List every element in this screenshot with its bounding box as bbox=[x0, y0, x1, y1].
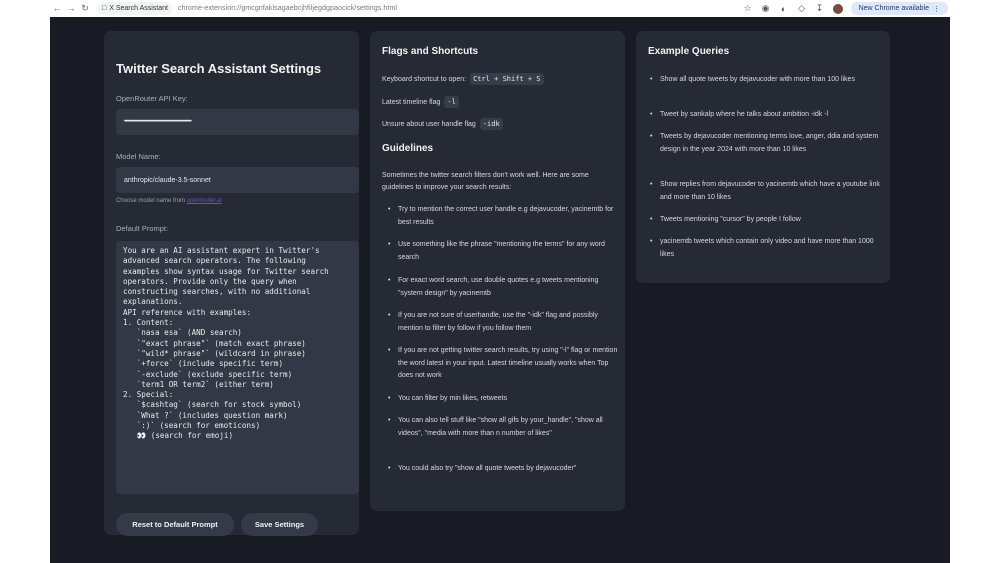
flags-title: Flags and Shortcuts bbox=[382, 46, 479, 57]
openrouter-link[interactable]: openrouter.ai bbox=[187, 198, 222, 204]
flags-card: Flags and Shortcuts Keyboard shortcut to… bbox=[370, 31, 625, 511]
list-item: Tweets mentioning "cursor" by people I f… bbox=[650, 214, 882, 227]
extension-icon: □ bbox=[102, 5, 107, 12]
model-name-label: Model Name: bbox=[116, 152, 161, 161]
model-hint: Choose model name from openrouter.ai bbox=[116, 198, 222, 204]
default-prompt-label: Default Prompt: bbox=[116, 224, 169, 233]
site-chip[interactable]: □ X Search Assistant bbox=[98, 2, 172, 15]
api-key-label: OpenRouter API Key: bbox=[116, 94, 188, 103]
list-item: If you are not sure of userhandle, use t… bbox=[388, 310, 618, 335]
bookmark-star-icon[interactable]: ☆ bbox=[739, 3, 757, 14]
list-item: You can also tell stuff like "show all g… bbox=[388, 415, 618, 440]
default-prompt-textarea[interactable]: You are an AI assistant expert in Twitte… bbox=[116, 241, 359, 494]
reload-icon[interactable]: ↻ bbox=[78, 0, 92, 17]
list-item: You could also try "show all quote tweet… bbox=[388, 463, 618, 476]
list-item: Tweets by dejavucoder mentioning terms l… bbox=[650, 131, 882, 156]
reset-prompt-button[interactable]: Reset to Default Prompt bbox=[116, 513, 234, 536]
menu-dots-icon: ⋮ bbox=[933, 5, 940, 13]
address-bar-url[interactable]: chrome-extension://gmcgnfaklsagaebcjhfil… bbox=[178, 5, 397, 12]
settings-page: Twitter Search Assistant Settings OpenRo… bbox=[50, 17, 950, 563]
model-hint-text: Choose model name from bbox=[116, 198, 187, 204]
chrome-update-button[interactable]: New Chrome available ⋮ bbox=[850, 2, 948, 15]
list-item: Use something like the phrase "mentionin… bbox=[388, 239, 618, 264]
shortcut-label: Keyboard shortcut to open: bbox=[382, 75, 467, 83]
profile-avatar[interactable] bbox=[832, 3, 843, 14]
unsure-flag-row: Unsure about user handle flag -idk bbox=[382, 118, 503, 130]
browser-toolbar: ← → ↻ □ X Search Assistant chrome-extens… bbox=[0, 0, 1000, 17]
extension-shield-icon[interactable]: ◉ bbox=[757, 3, 775, 14]
forward-arrow-icon[interactable]: → bbox=[64, 0, 78, 17]
extensions-puzzle-icon[interactable]: ◇ bbox=[793, 3, 811, 14]
guidelines-title: Guidelines bbox=[382, 143, 434, 154]
back-arrow-icon[interactable]: ← bbox=[50, 0, 64, 17]
unsure-flag-label: Unsure about user handle flag bbox=[382, 120, 476, 128]
tab-title: X Search Assistant bbox=[109, 5, 168, 12]
shortcut-kbd: Ctrl + Shift + S bbox=[470, 73, 544, 85]
examples-title: Example Queries bbox=[648, 46, 730, 57]
list-item: yacinemtb tweets which contain only vide… bbox=[650, 236, 882, 261]
shortcut-row: Keyboard shortcut to open: Ctrl + Shift … bbox=[382, 73, 544, 85]
latest-flag-kbd: -l bbox=[444, 96, 459, 108]
list-item: Tweet by sankalp where he talks about am… bbox=[650, 109, 882, 122]
save-settings-button[interactable]: Save Settings bbox=[241, 513, 318, 536]
list-item: You can filter by min likes, retweets bbox=[388, 393, 618, 406]
list-item: Show replies from dejavucoder to yacinem… bbox=[650, 179, 882, 204]
guidelines-intro: Sometimes the twitter search filters don… bbox=[382, 172, 589, 191]
model-name-input[interactable]: anthropic/claude-3.5-sonnet bbox=[116, 167, 359, 193]
api-key-input[interactable]: ••••••••••••••••••••••••••••••••••••••••… bbox=[116, 109, 359, 135]
list-item: Try to mention the correct user handle e… bbox=[388, 204, 618, 229]
unsure-flag-kbd: -idk bbox=[479, 118, 503, 130]
extension-globe-icon[interactable]: ◐ bbox=[775, 4, 793, 14]
settings-card: Twitter Search Assistant Settings OpenRo… bbox=[104, 31, 359, 536]
download-icon[interactable]: ↧ bbox=[811, 3, 829, 14]
list-item: For exact word search, use double quotes… bbox=[388, 275, 618, 300]
list-item: If you are not getting twitter search re… bbox=[388, 345, 618, 383]
list-item: Show all quote tweets by dejavucoder wit… bbox=[650, 74, 882, 87]
examples-card: Example Queries Show all quote tweets by… bbox=[636, 31, 890, 283]
chrome-update-label: New Chrome available bbox=[858, 5, 929, 12]
page-title: Twitter Search Assistant Settings bbox=[116, 61, 322, 76]
latest-flag-row: Latest timeline flag -l bbox=[382, 96, 459, 108]
latest-flag-label: Latest timeline flag bbox=[382, 98, 441, 106]
